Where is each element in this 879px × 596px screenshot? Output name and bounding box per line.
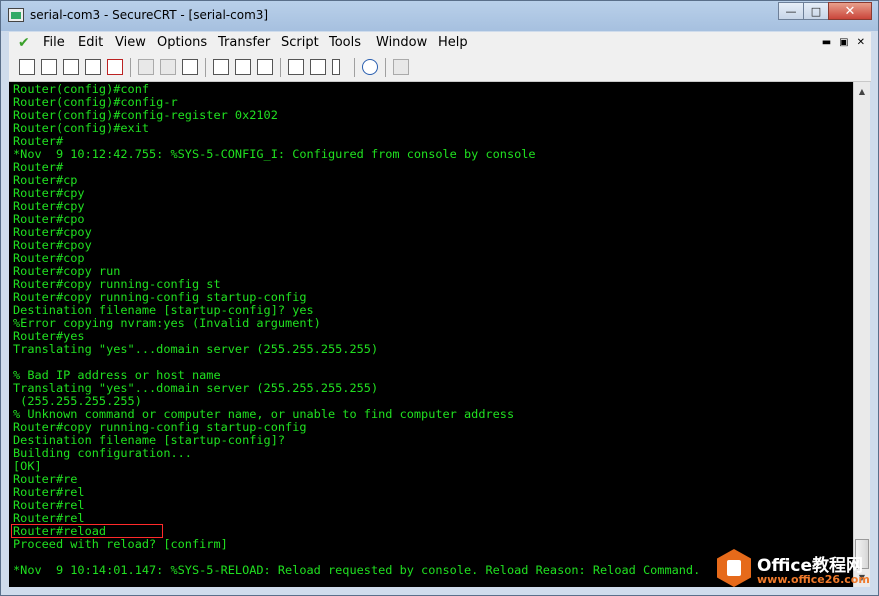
global-options-icon[interactable] — [310, 59, 326, 75]
session-status-icon: ✔ — [18, 35, 30, 51]
paste-icon[interactable] — [160, 59, 176, 75]
toolbar-separator — [354, 58, 355, 77]
menu-view[interactable]: View — [115, 35, 146, 50]
mdi-minimize-button[interactable]: ▬ — [822, 37, 831, 48]
caption-buttons: — □ ✕ — [778, 2, 872, 20]
menu-bar: ✔ File Edit View Options Transfer Script… — [9, 32, 871, 54]
help-icon[interactable] — [362, 59, 378, 75]
terminal-line: Router#re — [13, 472, 78, 486]
quick-connect-icon[interactable] — [41, 59, 57, 75]
terminal-line: Router(config)#exit — [13, 121, 150, 135]
title-bar[interactable]: serial-com3 - SecureCRT - [serial-com3] … — [1, 1, 878, 31]
mdi-restore-button[interactable]: ▣ — [839, 37, 848, 48]
toolbar — [9, 54, 871, 82]
terminal-line: *Nov 9 10:12:42.755: %SYS-5-CONFIG_I: Co… — [13, 147, 536, 161]
watermark-url: www.office26.com — [757, 573, 870, 586]
terminal-line: %Error copying nvram:yes (Invalid argume… — [13, 316, 321, 330]
menu-tools[interactable]: Tools — [329, 35, 361, 50]
terminal-line: *Nov 9 10:14:01.147: %SYS-5-RELOAD: Relo… — [13, 563, 701, 577]
print-selection-icon[interactable] — [235, 59, 251, 75]
session-options-icon[interactable] — [288, 59, 304, 75]
terminal-text: Router(config)#conf Router(config)#config… — [13, 83, 700, 577]
terminal-line: Router#cpoy — [13, 238, 92, 252]
disconnect-icon[interactable] — [107, 59, 123, 75]
menu-options[interactable]: Options — [157, 35, 207, 50]
terminal-line: Router#rel — [13, 498, 85, 512]
reload-highlight-box — [11, 524, 163, 538]
print-setup-icon[interactable] — [257, 59, 273, 75]
terminal-line: Router#rel — [13, 485, 85, 499]
find-icon[interactable] — [182, 59, 198, 75]
office-logo-icon — [717, 549, 751, 587]
menu-help[interactable]: Help — [438, 35, 468, 50]
terminal-line: Router#cp — [13, 173, 78, 187]
print-icon[interactable] — [213, 59, 229, 75]
terminal-line: Proceed with reload? [confirm] — [13, 537, 228, 551]
scroll-up-arrow-icon[interactable]: ▲ — [855, 83, 869, 99]
menu-transfer[interactable]: Transfer — [218, 35, 270, 50]
terminal-output[interactable]: Router(config)#conf Router(config)#config… — [9, 82, 853, 587]
connect-icon[interactable] — [19, 59, 35, 75]
terminal-line: Building configuration... — [13, 446, 192, 460]
securecrt-window: serial-com3 - SecureCRT - [serial-com3] … — [0, 0, 879, 596]
keymap-icon[interactable] — [332, 59, 340, 75]
app-icon[interactable] — [8, 8, 24, 22]
terminal-line: Router# — [13, 160, 64, 174]
menu-edit[interactable]: Edit — [78, 35, 103, 50]
toolbar-separator — [205, 58, 206, 77]
terminal-line: Router#cpy — [13, 186, 85, 200]
terminal-line: Router#cpy — [13, 199, 85, 213]
menu-script[interactable]: Script — [281, 35, 319, 50]
window-title: serial-com3 - SecureCRT - [serial-com3] — [30, 8, 269, 22]
vertical-scrollbar[interactable]: ▲ ▼ — [853, 82, 870, 587]
maximize-button[interactable]: □ — [803, 2, 829, 20]
mdi-close-button[interactable]: ✕ — [857, 37, 865, 48]
mdi-buttons: ▬ ▣ ✕ — [822, 37, 865, 48]
copy-icon[interactable] — [138, 59, 154, 75]
sftp-icon[interactable] — [393, 59, 409, 75]
terminal-line: [OK] — [13, 459, 42, 473]
reconnect-icon[interactable] — [85, 59, 101, 75]
terminal-line: Translating "yes"...domain server (255.2… — [13, 342, 379, 356]
terminal-line: Router#cpoy — [13, 225, 92, 239]
menu-window[interactable]: Window — [376, 35, 427, 50]
toolbar-separator — [130, 58, 131, 77]
toolbar-separator — [280, 58, 281, 77]
minimize-button[interactable]: — — [778, 2, 804, 20]
watermark: Office教程网 www.office26.com — [717, 549, 877, 589]
terminal-line: Router#cpo — [13, 212, 85, 226]
close-button[interactable]: ✕ — [828, 2, 872, 20]
menu-file[interactable]: File — [43, 35, 65, 50]
connect-tab-icon[interactable] — [63, 59, 79, 75]
toolbar-separator — [385, 58, 386, 77]
